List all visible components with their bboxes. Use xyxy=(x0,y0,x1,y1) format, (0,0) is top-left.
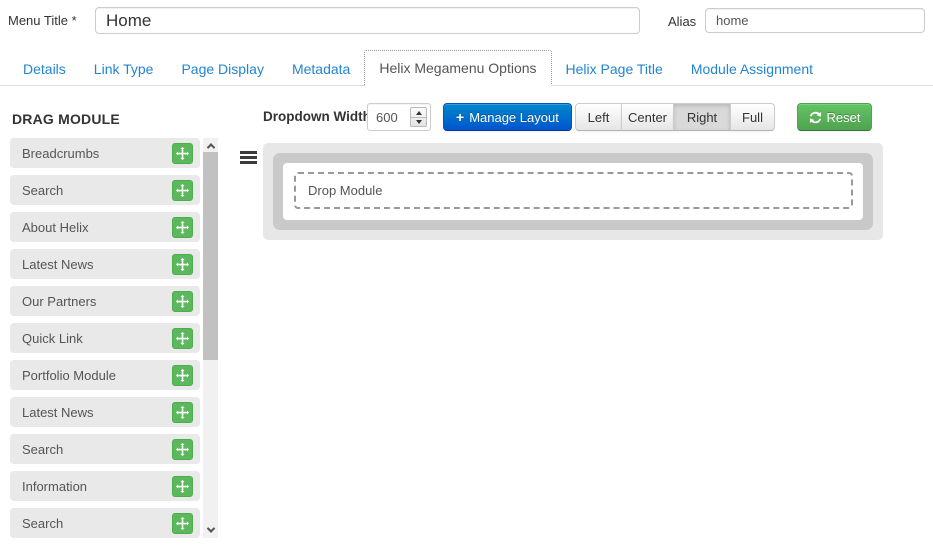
menu-title-input[interactable] xyxy=(95,7,640,34)
tab-page-display[interactable]: Page Display xyxy=(167,53,278,85)
module-label: Search xyxy=(22,183,63,198)
move-module-icon[interactable] xyxy=(172,513,193,534)
align-center-button[interactable]: Center xyxy=(621,103,674,131)
align-right-button[interactable]: Right xyxy=(673,103,731,131)
module-row-breadcrumbs[interactable]: Breadcrumbs xyxy=(10,138,200,168)
module-row-latest-news[interactable]: Latest News xyxy=(10,249,200,279)
move-module-icon[interactable] xyxy=(172,217,193,238)
module-list-scrollbar[interactable] xyxy=(203,138,218,538)
move-module-icon[interactable] xyxy=(172,180,193,201)
manage-layout-label: Manage Layout xyxy=(469,110,559,125)
spinner-down-icon[interactable] xyxy=(411,117,426,126)
module-label: Our Partners xyxy=(22,294,96,309)
module-row-information[interactable]: Information xyxy=(10,471,200,501)
alias-label: Alias xyxy=(668,14,696,29)
module-label: Portfolio Module xyxy=(22,368,116,383)
tab-helix-megamenu-options[interactable]: Helix Megamenu Options xyxy=(364,50,551,86)
module-label: Latest News xyxy=(22,257,94,272)
drop-module-placeholder: Drop Module xyxy=(308,183,382,198)
move-module-icon[interactable] xyxy=(172,328,193,349)
manage-layout-button[interactable]: + Manage Layout xyxy=(443,103,572,131)
reset-button[interactable]: Reset xyxy=(797,103,872,131)
menu-row-handle-icon[interactable] xyxy=(240,151,257,166)
module-label: Latest News xyxy=(22,405,94,420)
tab-details[interactable]: Details xyxy=(9,53,80,85)
module-row-quick-link[interactable]: Quick Link xyxy=(10,323,200,353)
module-label: Quick Link xyxy=(22,331,83,346)
module-row-portfolio-module[interactable]: Portfolio Module xyxy=(10,360,200,390)
menu-title-label: Menu Title * xyxy=(8,13,77,28)
module-label: Search xyxy=(22,442,63,457)
tab-link-type[interactable]: Link Type xyxy=(80,53,168,85)
module-label: Breadcrumbs xyxy=(22,146,99,161)
module-row-about-helix[interactable]: About Helix xyxy=(10,212,200,242)
align-full-button[interactable]: Full xyxy=(730,103,775,131)
dropdown-width-field xyxy=(367,103,431,131)
align-left-button[interactable]: Left xyxy=(575,103,622,131)
megamenu-column: Drop Module xyxy=(283,163,863,220)
move-module-icon[interactable] xyxy=(172,402,193,423)
scrollbar-thumb[interactable] xyxy=(203,152,218,360)
spinner-up-icon[interactable] xyxy=(411,108,426,117)
megamenu-layout-panel: Drop Module xyxy=(263,143,883,240)
module-label: Information xyxy=(22,479,87,494)
move-module-icon[interactable] xyxy=(172,365,193,386)
tab-module-assignment[interactable]: Module Assignment xyxy=(677,53,827,85)
module-row-latest-news-2[interactable]: Latest News xyxy=(10,397,200,427)
module-row-search-2[interactable]: Search xyxy=(10,434,200,464)
tab-bar: Details Link Type Page Display Metadata … xyxy=(0,51,933,86)
move-module-icon[interactable] xyxy=(172,291,193,312)
megamenu-row: Drop Module xyxy=(273,153,873,230)
module-list: Breadcrumbs Search About Helix Latest Ne… xyxy=(10,138,200,545)
tab-helix-page-title[interactable]: Helix Page Title xyxy=(552,53,677,85)
plus-icon: + xyxy=(456,109,464,125)
drop-module-target[interactable]: Drop Module xyxy=(294,172,853,209)
move-module-icon[interactable] xyxy=(172,143,193,164)
alias-input[interactable] xyxy=(705,8,925,33)
module-label: About Helix xyxy=(22,220,88,235)
number-spinner xyxy=(410,107,427,127)
tab-metadata[interactable]: Metadata xyxy=(278,53,364,85)
module-row-search[interactable]: Search xyxy=(10,175,200,205)
scroll-down-arrow-icon[interactable] xyxy=(203,522,218,538)
move-module-icon[interactable] xyxy=(172,254,193,275)
module-label: Search xyxy=(22,516,63,531)
drag-module-heading: DRAG MODULE xyxy=(12,111,120,127)
module-row-search-3[interactable]: Search xyxy=(10,508,200,538)
refresh-icon xyxy=(809,111,822,124)
reset-label: Reset xyxy=(827,110,861,125)
move-module-icon[interactable] xyxy=(172,439,193,460)
dropdown-width-label: Dropdown Width xyxy=(263,109,371,124)
move-module-icon[interactable] xyxy=(172,476,193,497)
alignment-button-group: Left Center Right Full xyxy=(575,103,775,131)
module-row-our-partners[interactable]: Our Partners xyxy=(10,286,200,316)
dropdown-width-input[interactable] xyxy=(368,104,408,130)
